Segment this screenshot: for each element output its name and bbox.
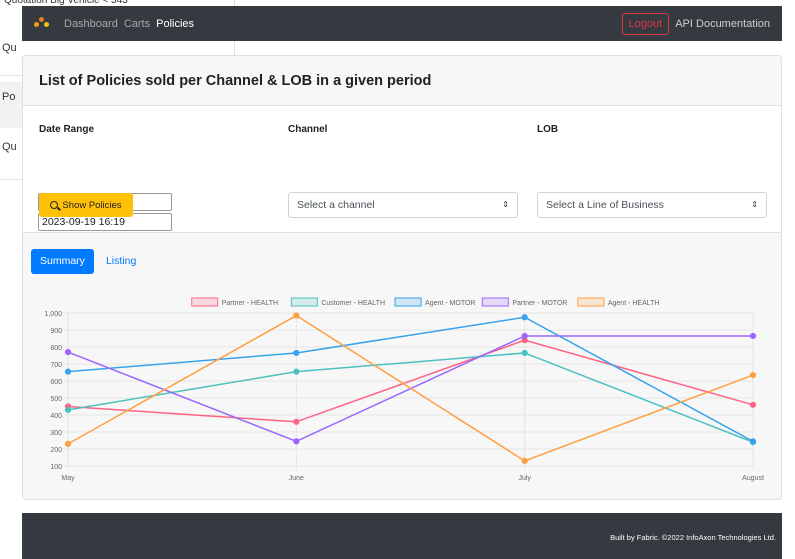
fabric-logo-icon[interactable] bbox=[34, 16, 50, 31]
channel-select-value: Select a channel bbox=[297, 199, 375, 211]
data-point bbox=[749, 332, 757, 340]
footer-text: Built by Fabric. ©2022 InfoAxon Technolo… bbox=[610, 533, 776, 542]
card-header: List of Policies sold per Channel & LOB … bbox=[23, 56, 781, 106]
navbar-right: Logout API Documentation bbox=[621, 12, 770, 35]
data-point bbox=[749, 438, 757, 445]
y-tick-label: 500 bbox=[50, 396, 62, 403]
data-point bbox=[521, 457, 528, 464]
data-point bbox=[749, 371, 757, 379]
series-line bbox=[67, 314, 754, 462]
lob-label: LOB bbox=[537, 124, 559, 135]
data-point bbox=[521, 349, 528, 357]
data-point bbox=[64, 368, 72, 375]
data-point bbox=[521, 332, 528, 340]
select-caret-icon: ⇕ bbox=[502, 200, 509, 209]
search-icon bbox=[50, 201, 59, 209]
y-tick-label: 400 bbox=[50, 413, 62, 420]
y-tick-label: 200 bbox=[50, 447, 62, 454]
data-point bbox=[521, 314, 528, 321]
line-chart-svg: 1,000 900 800 700 600 500 400 300 200 100 May June J… bbox=[44, 297, 764, 482]
show-policies-label: Show Policies bbox=[62, 199, 122, 211]
legend-label: Partner - MOTOR bbox=[512, 300, 567, 307]
x-tick-label: June bbox=[289, 475, 304, 482]
legend-swatch bbox=[481, 297, 509, 307]
data-point bbox=[293, 438, 300, 445]
filter-form: Date Range 2023-09-19 16:19 2023-09-19 1… bbox=[23, 106, 781, 233]
select-caret-icon: ⇕ bbox=[751, 200, 758, 209]
logout-button[interactable]: Logout bbox=[621, 12, 670, 35]
data-point bbox=[64, 440, 72, 447]
y-tick-label: 800 bbox=[50, 345, 62, 352]
data-point bbox=[64, 349, 72, 356]
y-tick-label: 300 bbox=[50, 430, 62, 437]
legend-label: Agent - HEALTH bbox=[608, 300, 660, 307]
data-point bbox=[293, 312, 300, 319]
x-tick-label: July bbox=[518, 475, 531, 482]
x-tick-label: August bbox=[742, 475, 764, 482]
y-tick-label: 900 bbox=[50, 328, 62, 335]
y-tick-label: 600 bbox=[50, 379, 62, 386]
data-point bbox=[749, 401, 757, 408]
lob-select-value: Select a Line of Business bbox=[546, 199, 664, 211]
legend-swatch bbox=[394, 297, 422, 307]
legend-swatch bbox=[290, 297, 318, 307]
footer: Built by Fabric. ©2022 InfoAxon Technolo… bbox=[22, 513, 782, 559]
legend-label: Agent - MOTOR bbox=[425, 300, 475, 307]
y-tick-label: 100 bbox=[50, 464, 62, 471]
legend-swatch bbox=[577, 297, 605, 307]
date-range-label: Date Range bbox=[39, 124, 95, 135]
tab-listing[interactable]: Listing bbox=[97, 249, 145, 274]
channel-select[interactable]: Select a channel ⇕ bbox=[288, 192, 518, 218]
y-tick-label: 700 bbox=[50, 362, 62, 369]
legend-label: Partner - HEALTH bbox=[222, 300, 278, 307]
show-policies-button[interactable]: Show Policies bbox=[39, 193, 133, 217]
data-point bbox=[64, 406, 72, 414]
legend-label: Customer - HEALTH bbox=[321, 300, 385, 307]
tab-summary[interactable]: Summary bbox=[31, 249, 94, 274]
policies-chart: 1,000 900 800 700 600 500 400 300 200 100 May June J… bbox=[23, 288, 783, 498]
data-point bbox=[293, 418, 300, 425]
nav-link-carts[interactable]: Carts bbox=[124, 18, 150, 30]
api-documentation-link[interactable]: API Documentation bbox=[675, 18, 770, 30]
y-tick-label: 1,000 bbox=[44, 311, 62, 318]
policies-card: List of Policies sold per Channel & LOB … bbox=[22, 55, 782, 500]
view-tabs: Summary Listing bbox=[31, 249, 145, 274]
page-title: List of Policies sold per Channel & LOB … bbox=[39, 72, 432, 89]
nav-link-policies[interactable]: Policies bbox=[156, 18, 194, 30]
legend-swatch bbox=[191, 297, 219, 307]
x-tick-label: May bbox=[61, 475, 75, 482]
data-point bbox=[293, 368, 300, 375]
data-point bbox=[293, 349, 300, 357]
nav-link-dashboard[interactable]: Dashboard bbox=[64, 18, 118, 30]
channel-label: Channel bbox=[288, 124, 328, 135]
navbar: Dashboard Carts Policies Logout API Docu… bbox=[22, 6, 782, 41]
lob-select[interactable]: Select a Line of Business ⇕ bbox=[537, 192, 767, 218]
